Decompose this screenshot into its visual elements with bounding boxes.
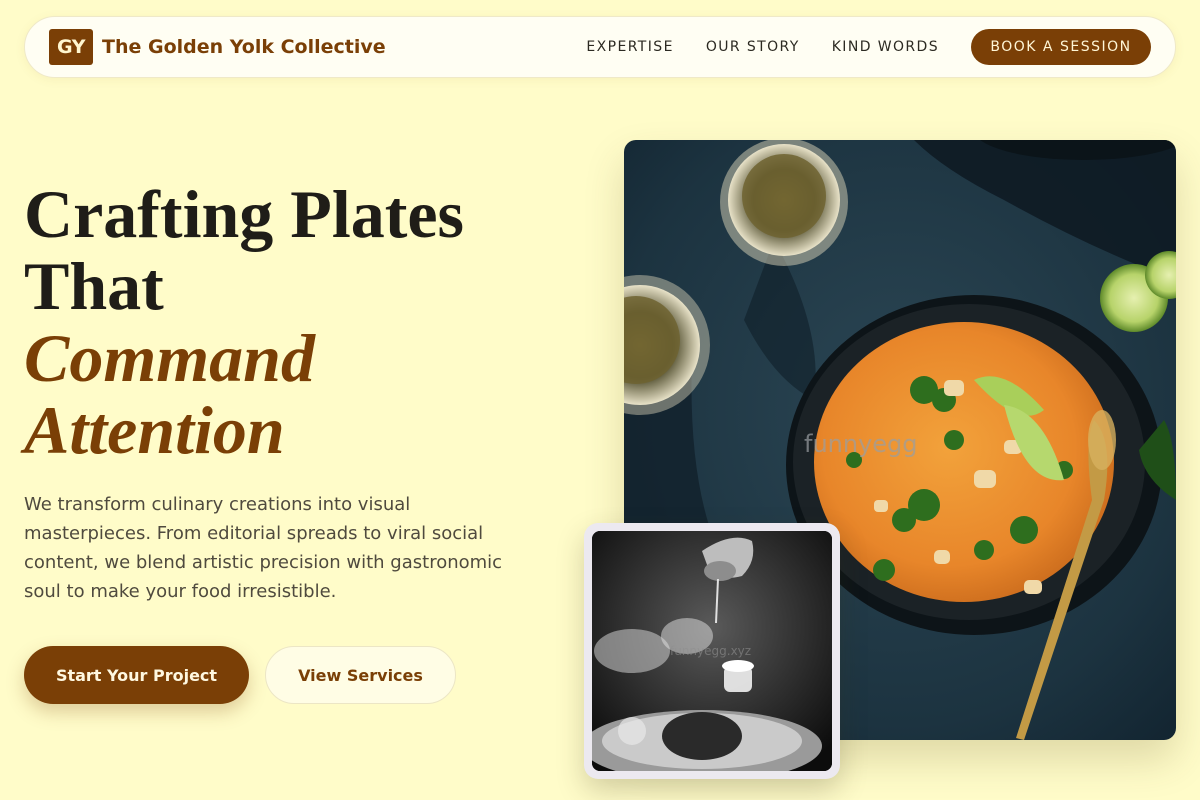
pouring-sauce-illustration: funnyegg.xyz: [592, 531, 832, 771]
inset-photo-watermark: funnyegg.xyz: [670, 644, 751, 658]
book-session-button[interactable]: BOOK A SESSION: [971, 29, 1151, 65]
hero-lead-paragraph: We transform culinary creations into vis…: [24, 494, 503, 602]
brand-monogram[interactable]: GY: [49, 29, 93, 65]
main-photo-watermark: funnyegg: [804, 430, 918, 458]
brand-name[interactable]: The Golden Yolk Collective: [102, 36, 386, 58]
hero-headline: Crafting Plates That Command Attention: [24, 178, 584, 466]
landing-page: GY The Golden Yolk Collective EXPERTISE …: [0, 0, 1200, 800]
start-project-button[interactable]: Start Your Project: [24, 646, 249, 704]
top-nav: GY The Golden Yolk Collective EXPERTISE …: [24, 16, 1176, 78]
headline-line-2: That: [24, 248, 164, 324]
inset-food-photo: funnyegg.xyz: [592, 531, 832, 771]
nav-links: EXPERTISE OUR STORY KIND WORDS BOOK A SE…: [586, 29, 1151, 65]
inset-photo-frame: funnyegg.xyz: [584, 523, 840, 779]
view-services-button[interactable]: View Services: [265, 646, 456, 704]
headline-accent-2: Attention: [24, 392, 285, 468]
nav-link-our-story[interactable]: OUR STORY: [706, 39, 800, 55]
nav-link-kind-words[interactable]: KIND WORDS: [832, 39, 939, 55]
nav-link-expertise[interactable]: EXPERTISE: [586, 39, 673, 55]
headline-line-1: Crafting Plates: [24, 176, 465, 252]
headline-accent-1: Command: [24, 320, 315, 396]
